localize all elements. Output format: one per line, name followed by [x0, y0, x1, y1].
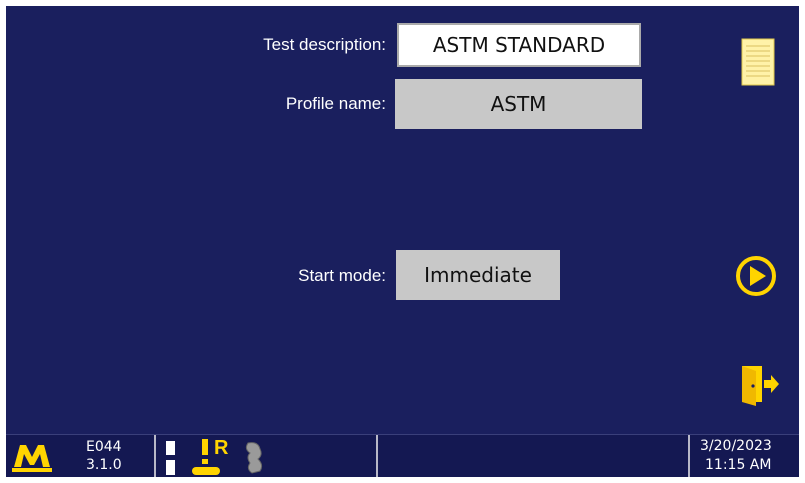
remote-icon: R	[214, 437, 229, 459]
status-divider	[376, 435, 378, 477]
play-icon	[736, 256, 776, 296]
status-bar: E044 3.1.0 R 3/20/2023 11:15 AM	[6, 434, 799, 477]
status-divider	[154, 435, 156, 477]
firmware-code: E044	[86, 439, 122, 455]
start-mode-button[interactable]: Immediate	[396, 250, 560, 300]
profile-name-field: ASTM	[395, 79, 642, 129]
profile-name-label: Profile name:	[285, 94, 386, 113]
company-logo	[12, 445, 52, 472]
document-icon	[741, 38, 775, 86]
test-description-label: Test description:	[263, 35, 386, 54]
exit-button[interactable]	[738, 362, 780, 406]
firmware-version: 3.1.0	[86, 457, 122, 473]
status-divider	[688, 435, 690, 477]
start-mode-label: Start mode:	[298, 266, 386, 285]
exit-door-icon	[742, 366, 779, 406]
start-test-button[interactable]	[734, 254, 778, 298]
main-screen: Test description: ASTM STANDARD Profile …	[6, 6, 799, 477]
time-display: 11:15 AM	[705, 457, 772, 473]
date-display: 3/20/2023	[700, 438, 772, 454]
handset-icon	[245, 442, 263, 474]
notes-button[interactable]	[736, 36, 780, 88]
test-description-field[interactable]: ASTM STANDARD	[397, 23, 641, 67]
